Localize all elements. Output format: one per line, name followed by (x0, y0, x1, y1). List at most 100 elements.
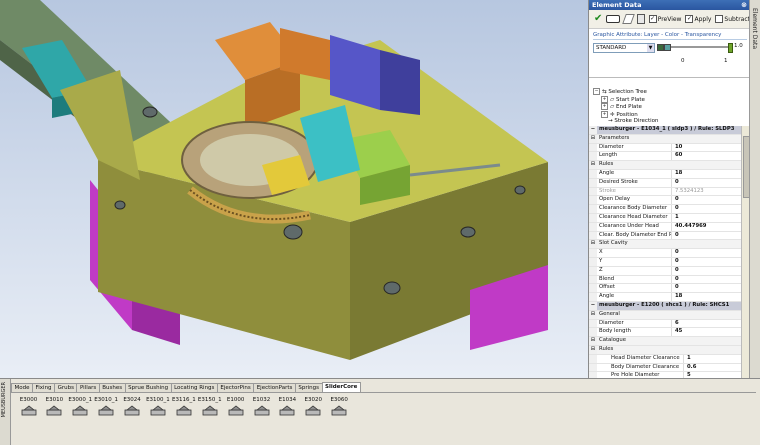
tab-pillars[interactable]: Pillars (76, 383, 100, 392)
property-category[interactable]: ⊟ Rules (589, 161, 742, 170)
tree-item-position[interactable]: + ✛ Position (589, 110, 750, 119)
element-data-side-tab[interactable]: Element Data (749, 0, 760, 378)
catalogue-item-e3000_1[interactable]: E3000_1 (68, 396, 93, 419)
tab-grubs[interactable]: Grubs (54, 383, 78, 392)
catalogue-item-e3116_1[interactable]: E3116_1 (171, 396, 196, 419)
meusburger-side-tab[interactable]: MEUSBURGER (0, 379, 11, 445)
copy-icon[interactable] (636, 14, 645, 24)
tab-ejectorpins[interactable]: EjectorPins (216, 383, 255, 392)
property-row[interactable]: Head Diameter Clearance 1 (589, 354, 742, 364)
preview-checkbox[interactable]: ✓ PreView (648, 15, 681, 23)
expand-icon[interactable]: + (601, 103, 608, 110)
catalogue-item-e3150_1[interactable]: E3150_1 (197, 396, 222, 419)
element-header-row[interactable]: − meusburger - E1034_1 ( sldp3 ) / Rule: … (589, 126, 742, 135)
collapse-icon[interactable]: ⊟ (589, 337, 597, 345)
tab-bushes[interactable]: Bushes (98, 383, 126, 392)
catalogue-item-e1000[interactable]: E1000 (223, 396, 248, 419)
property-row[interactable]: Stroke 7.5324123 (589, 187, 742, 197)
property-row[interactable]: Angle 18 (589, 169, 742, 179)
tab-slidercore[interactable]: SliderCore (321, 382, 361, 392)
transparency-slider[interactable] (671, 43, 733, 53)
property-row[interactable]: Y0 (589, 257, 742, 267)
collapse-icon[interactable]: − (593, 88, 600, 95)
cad-3d-viewport[interactable] (0, 0, 588, 378)
property-value[interactable]: 1 (684, 355, 742, 363)
property-row[interactable]: Angle 18 (589, 293, 742, 302)
catalogue-item-e3060[interactable]: E3060 (327, 396, 352, 419)
tab-springs[interactable]: Springs (294, 383, 323, 392)
property-row[interactable]: Body Diameter Clearance 0.6 (589, 363, 742, 373)
property-value[interactable]: 40.447969 (672, 223, 742, 231)
property-row[interactable]: Clearance Head Diameter 1 (589, 213, 742, 223)
tree-item-stroke-direction[interactable]: → Stroke Direction (589, 118, 750, 126)
property-row[interactable]: Body length 45 (589, 328, 742, 338)
property-row[interactable]: Offset 0 (589, 284, 742, 294)
property-category[interactable]: ⊟ Rules (589, 345, 742, 355)
eraser-icon[interactable] (622, 14, 635, 24)
property-row[interactable]: Blend 0 (589, 275, 742, 285)
color-swatch-secondary[interactable] (664, 44, 671, 51)
property-value[interactable]: 6 (672, 320, 742, 328)
tree-item-end-plate[interactable]: + ▱ End Plate (589, 103, 750, 111)
property-category[interactable]: ⊟ Catalogue (589, 337, 742, 346)
property-value[interactable]: 0 (672, 232, 742, 240)
property-row[interactable]: Clearance Under Head 40.447969 (589, 222, 742, 232)
property-category[interactable]: ⊟ General (589, 310, 742, 320)
collapse-icon[interactable]: ⊟ (589, 310, 597, 319)
collapse-icon[interactable]: ⊟ (589, 345, 597, 354)
expand-icon[interactable]: + (601, 95, 608, 103)
tab-sprue-bushing[interactable]: Sprue Bushing (124, 383, 172, 392)
property-value[interactable]: 45 (672, 328, 742, 336)
tab-locating-rings[interactable]: Locating Rings (170, 383, 218, 392)
tab-ejectionparts[interactable]: EjectionParts (253, 383, 296, 392)
apply-checkbox[interactable]: ✓ Apply (685, 15, 711, 23)
tab-fixing[interactable]: Fixing (32, 383, 56, 392)
property-value[interactable]: 0.6 (684, 364, 742, 372)
catalogue-item-e3024[interactable]: E3024 (120, 396, 145, 419)
catalogue-item-e3010_1[interactable]: E3010_1 (94, 396, 119, 419)
color-swatch[interactable] (657, 44, 664, 51)
property-value[interactable]: 0 (672, 196, 742, 204)
subtract-checkbox[interactable]: Subtract (715, 15, 750, 23)
property-row[interactable]: Diameter 10 (589, 143, 742, 153)
catalogue-item-e3010[interactable]: E3010 (42, 396, 67, 419)
tree-item-start-plate[interactable]: + ▱ Start Plate (589, 95, 750, 104)
property-value[interactable]: 18 (672, 293, 742, 301)
tree-root[interactable]: − ⇆ Selection Tree (589, 88, 750, 96)
property-value[interactable]: 18 (672, 170, 742, 178)
collapse-icon[interactable]: ⊟ (589, 240, 597, 249)
property-row[interactable]: Open Delay 0 (589, 196, 742, 206)
property-value[interactable]: 7.5324123 (672, 188, 742, 196)
property-value[interactable]: 0 (672, 284, 742, 292)
property-value[interactable]: 0 (672, 276, 742, 284)
property-category[interactable]: ⊟ Parameters (589, 134, 742, 144)
catalogue-item-e3020[interactable]: E3020 (301, 396, 326, 419)
property-value[interactable]: 0 (672, 205, 742, 213)
pin-icon[interactable]: ⊗ (741, 0, 747, 10)
collapse-icon[interactable]: − (589, 126, 597, 134)
property-row[interactable]: Clear. Body Diameter End Plate0 (589, 231, 742, 241)
property-value[interactable]: 0 (672, 267, 742, 275)
property-value[interactable]: 10 (672, 144, 742, 152)
property-row[interactable]: Length 60 (589, 152, 742, 162)
collapse-icon[interactable]: ⊟ (589, 134, 597, 143)
collapse-icon[interactable]: ⊟ (589, 161, 597, 169)
catalogue-item-e1032[interactable]: E1032 (249, 396, 274, 419)
property-value[interactable]: 60 (672, 152, 742, 160)
property-value[interactable]: 0 (672, 179, 742, 187)
property-value[interactable]: 0 (672, 258, 742, 266)
property-category[interactable]: ⊟ Slot Cavity (589, 240, 742, 250)
expand-icon[interactable]: + (601, 110, 608, 118)
transparency-slider-knob[interactable] (728, 43, 733, 53)
property-row[interactable]: Z0 (589, 266, 742, 276)
element-header-row[interactable]: − meusburger - E1200 ( shcs1 ) / Rule: SH… (589, 301, 742, 311)
property-row[interactable]: Desired Stroke 0 (589, 178, 742, 188)
property-row[interactable]: X0 (589, 249, 742, 258)
property-value[interactable]: 1 (672, 214, 742, 222)
confirm-check-icon[interactable]: ✔ (594, 14, 602, 24)
catalogue-item-e3000[interactable]: E3000 (16, 396, 41, 419)
tab-mode[interactable]: Mode (11, 383, 33, 392)
catalogue-item-e1034[interactable]: E1034 (275, 396, 300, 419)
catalogue-item-e3100_1[interactable]: E3100_1 (145, 396, 170, 419)
property-row[interactable]: Diameter 6 (589, 319, 742, 329)
